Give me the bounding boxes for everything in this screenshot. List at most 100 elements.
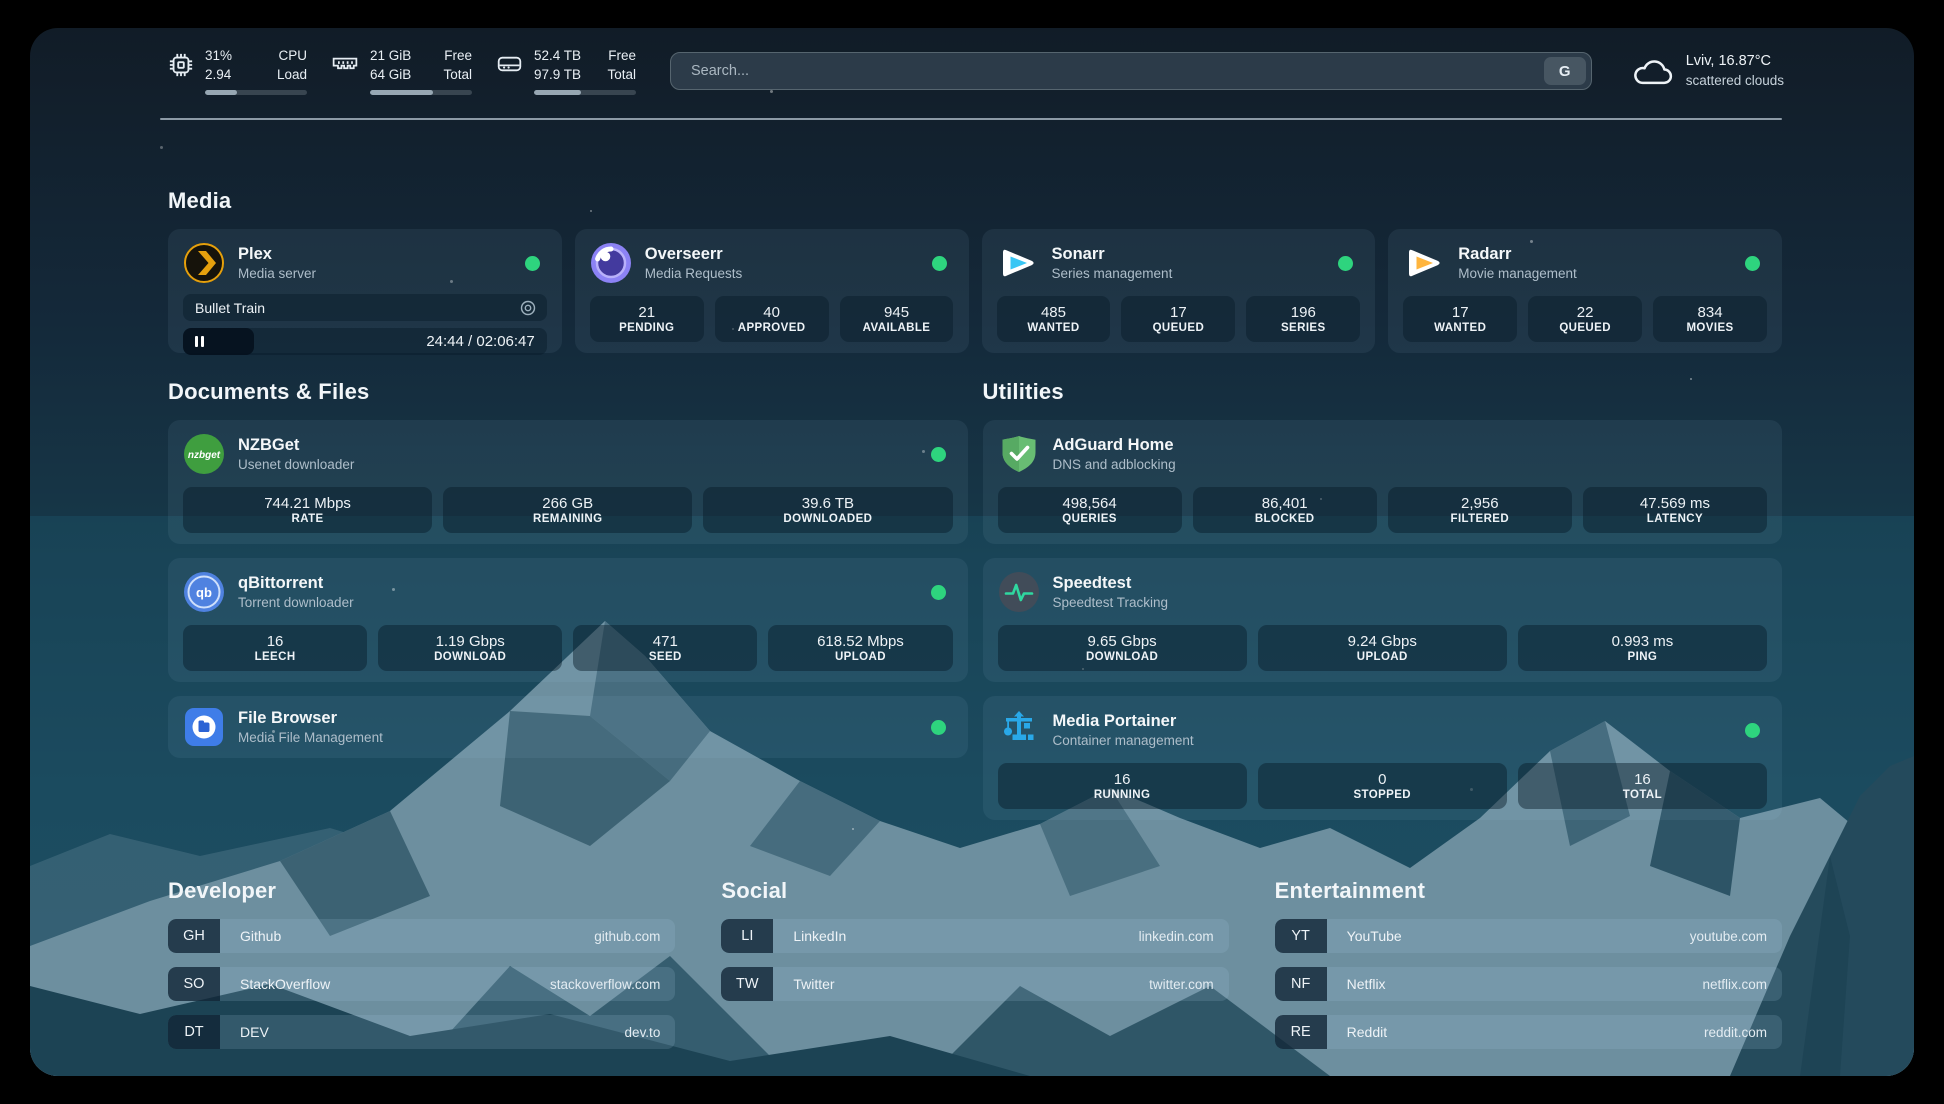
disk-progress-fill [534,90,581,95]
pause-icon[interactable] [195,336,204,347]
playback-progress-bar: 24:44 / 02:06:47 [183,328,547,355]
bookmark-abbr: TW [721,967,773,1001]
bookmark-twitter[interactable]: TW Twitter twitter.com [721,967,1228,1001]
app-card-sonarr[interactable]: Sonarr Series management 485WANTED 17QUE… [982,229,1376,353]
stat-tile: 485WANTED [997,296,1111,342]
cloud-icon [1630,54,1673,88]
app-title: qBittorrent [238,573,354,594]
memory-stat: 21 GiB 64 GiB Free Total [331,47,472,94]
radarr-icon [1403,242,1445,284]
system-stats: 31% 2.94 CPU Load [168,47,636,94]
app-card-plex[interactable]: Plex Media server Bullet Train 24:44 / 0… [168,229,562,353]
stat-tile: 40APPROVED [715,296,829,342]
bookmark-name: Netflix [1347,976,1386,992]
svg-text:qb: qb [196,585,212,600]
status-dot [931,720,946,735]
now-playing-title: Bullet Train [195,300,265,316]
developer-column: Developer GH Github github.com SO StackO… [168,878,675,1063]
status-dot [525,256,540,271]
social-column: Social LI LinkedIn linkedin.com TW Twitt… [721,878,1228,1063]
stat-tile: 1.19 GbpsDOWNLOAD [378,625,562,671]
bookmark-github[interactable]: GH Github github.com [168,919,675,953]
stat-tile: 17WANTED [1403,296,1517,342]
cpu-label: CPU [271,47,307,65]
bookmark-abbr: NF [1275,967,1327,1001]
section-title-utilities: Utilities [983,379,1783,405]
cpu-progress-fill [205,90,237,95]
app-subtitle: Media server [238,265,316,283]
app-subtitle: Container management [1053,732,1194,750]
stat-tile: 834MOVIES [1653,296,1767,342]
stat-tile: 471SEED [573,625,757,671]
cpu-icon [168,52,194,78]
app-subtitle: Media Requests [645,265,743,283]
topbar-divider [160,118,1782,120]
section-title-developer: Developer [168,878,675,904]
qbittorrent-icon: qb [183,571,225,613]
memory-progress-fill [370,90,433,95]
search-input[interactable] [689,62,1544,80]
status-dot [932,256,947,271]
app-card-overseerr[interactable]: Overseerr Media Requests 21PENDING 40APP… [575,229,969,353]
bookmark-youtube[interactable]: YT YouTube youtube.com [1275,919,1782,953]
cpu-load-value: 2.94 [205,66,257,84]
status-dot [1745,256,1760,271]
app-title: Media Portainer [1053,711,1194,732]
weather-condition: scattered clouds [1686,72,1784,90]
search-box[interactable]: G [670,52,1592,90]
stat-tile: 945AVAILABLE [840,296,954,342]
playback-time: 24:44 / 02:06:47 [426,333,546,350]
media-grid: Plex Media server Bullet Train 24:44 / 0… [168,229,1782,353]
stat-tile: 47.569 msLATENCY [1583,487,1767,533]
stat-tile: 498,564QUERIES [998,487,1182,533]
disk-icon [496,52,523,76]
stat-tile: 618.52 MbpsUPLOAD [768,625,952,671]
dashboard: 31% 2.94 CPU Load [30,28,1914,1076]
bookmark-name: StackOverflow [240,976,330,992]
playback-elapsed-fill [183,328,254,355]
app-card-speedtest[interactable]: Speedtest Speedtest Tracking 9.65 GbpsDO… [983,558,1783,682]
bookmark-reddit[interactable]: RE Reddit reddit.com [1275,1015,1782,1049]
stat-tile: 22QUEUED [1528,296,1642,342]
documents-column: Documents & Files nzbget NZBGet Usenet d… [168,379,968,820]
app-card-adguard[interactable]: AdGuard Home DNS and adblocking 498,564Q… [983,420,1783,544]
memory-total: 64 GiB [370,66,422,84]
memory-label: Free [436,47,472,65]
bookmark-abbr: LI [721,919,773,953]
overseerr-icon [590,242,632,284]
bookmark-name: LinkedIn [793,928,846,944]
content: Media Plex Media server Bullet Train [168,188,1782,1063]
memory-label2: Total [436,66,472,84]
stat-tile: 21PENDING [590,296,704,342]
app-title: Radarr [1458,244,1577,265]
app-title: File Browser [238,708,383,729]
stat-tile: 0STOPPED [1258,763,1507,809]
search-engine-button[interactable]: G [1544,57,1586,85]
bookmark-netflix[interactable]: NF Netflix netflix.com [1275,967,1782,1001]
app-card-radarr[interactable]: Radarr Movie management 17WANTED 22QUEUE… [1388,229,1782,353]
app-subtitle: Speedtest Tracking [1053,594,1169,612]
speedtest-icon [998,571,1040,613]
bookmark-name: Reddit [1347,1024,1387,1040]
cpu-label2: Load [271,66,307,84]
app-card-nzbget[interactable]: nzbget NZBGet Usenet downloader 744.21 M… [168,420,968,544]
cpu-percent: 31% [205,47,257,65]
bookmark-stackoverflow[interactable]: SO StackOverflow stackoverflow.com [168,967,675,1001]
bookmark-dev[interactable]: DT DEV dev.to [168,1015,675,1049]
bookmark-abbr: RE [1275,1015,1327,1049]
stat-tile: 16LEECH [183,625,367,671]
ram-icon [331,52,359,74]
stat-tile: 744.21 MbpsRATE [183,487,432,533]
section-title-social: Social [721,878,1228,904]
stat-tile: 17QUEUED [1121,296,1235,342]
bookmark-abbr: DT [168,1015,220,1049]
weather-widget[interactable]: Lviv, 16.87°C scattered clouds [1630,52,1784,90]
plex-icon [183,242,225,284]
bookmark-linkedin[interactable]: LI LinkedIn linkedin.com [721,919,1228,953]
app-subtitle: Movie management [1458,265,1577,283]
app-card-qbittorrent[interactable]: qb qBittorrent Torrent downloader 16LEEC… [168,558,968,682]
app-card-portainer[interactable]: Media Portainer Container management 16R… [983,696,1783,820]
app-card-filebrowser[interactable]: File Browser Media File Management [168,696,968,758]
stat-tile: 39.6 TBDOWNLOADED [703,487,952,533]
bookmark-url: youtube.com [1690,929,1767,944]
